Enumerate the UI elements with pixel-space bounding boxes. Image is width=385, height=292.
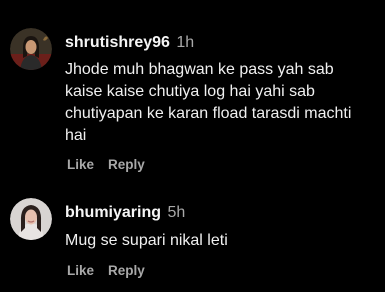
reply-button[interactable]: Reply (108, 157, 145, 172)
username[interactable]: shrutishrey96 (65, 34, 170, 51)
avatar-photo-icon (10, 198, 52, 240)
comment-actions: Like Reply (67, 157, 145, 172)
avatar[interactable] (10, 28, 52, 70)
comment-header: bhumiyaring 5h (65, 204, 185, 222)
comment-text: Mug se supari nikal leti (65, 232, 228, 249)
timestamp: 1h (176, 34, 195, 51)
avatar[interactable] (10, 198, 52, 240)
reply-button[interactable]: Reply (108, 263, 145, 278)
like-button[interactable]: Like (67, 157, 94, 172)
username[interactable]: bhumiyaring (65, 204, 161, 221)
avatar-photo-icon (10, 28, 52, 70)
like-button[interactable]: Like (67, 263, 94, 278)
timestamp: 5h (167, 204, 186, 221)
comment-text: Jhode muh bhagwan ke pass yah sab kaise … (65, 61, 352, 144)
comment-actions: Like Reply (67, 263, 145, 278)
comment-header: shrutishrey96 1h (65, 34, 194, 52)
